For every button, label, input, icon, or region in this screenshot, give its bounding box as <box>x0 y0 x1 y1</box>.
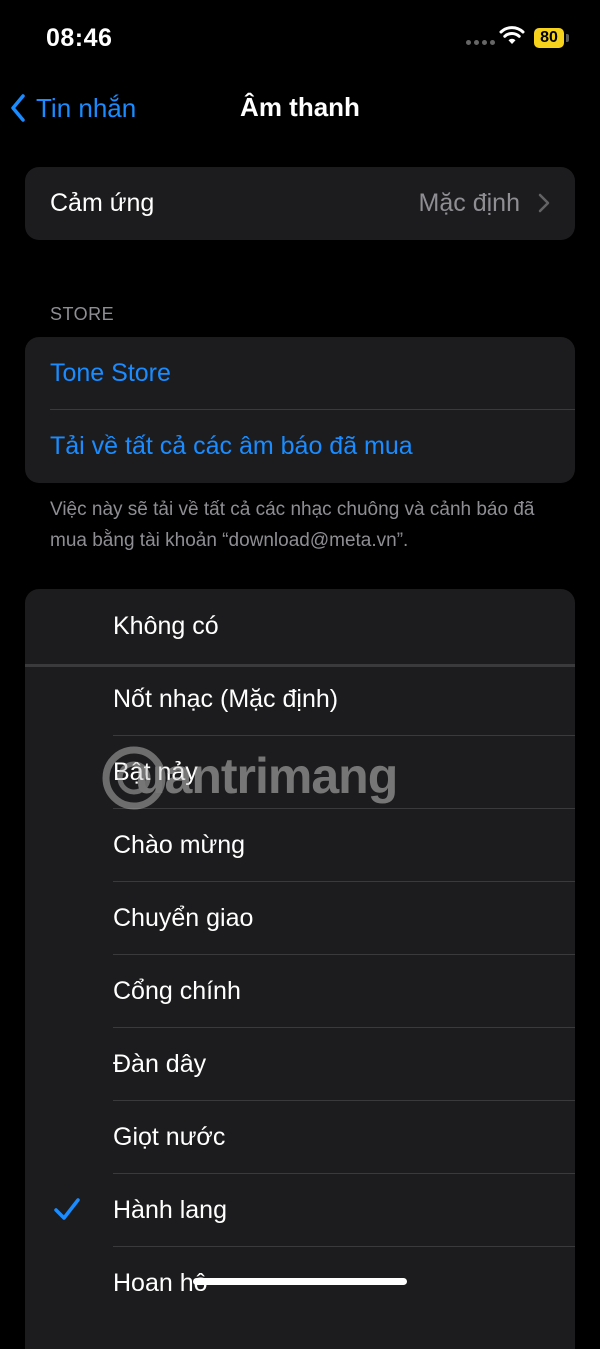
nav-bar: Tin nhắn Âm thanh <box>0 80 600 140</box>
tone-label: Không có <box>113 612 219 640</box>
store-group: Tone Store Tải về tất cả các âm báo đã m… <box>25 337 575 483</box>
haptics-label: Cảm ứng <box>50 189 155 217</box>
tone-label: Bật nảy <box>113 758 198 786</box>
tone-label: Đàn dây <box>113 1050 207 1078</box>
tone-label: Nốt nhạc (Mặc định) <box>113 685 339 713</box>
tone-store-link: Tone Store <box>50 359 171 387</box>
tone-row[interactable]: Giọt nước <box>25 1101 575 1174</box>
tone-label: Chuyển giao <box>113 904 254 932</box>
tone-row[interactable]: Nốt nhạc (Mặc định) <box>25 663 575 736</box>
tone-label: Chào mừng <box>113 831 246 859</box>
download-all-row[interactable]: Tải về tất cả các âm báo đã mua <box>25 410 575 483</box>
wifi-icon <box>499 26 525 44</box>
tone-row-selected[interactable]: Hành lang <box>25 1174 575 1247</box>
tone-row[interactable]: Chào mừng <box>25 809 575 882</box>
tone-row[interactable]: Đàn dây <box>25 1028 575 1101</box>
battery-icon: 80 <box>534 28 564 48</box>
store-footer-note: Việc này sẽ tải về tất cả các nhạc chuôn… <box>50 499 535 551</box>
tone-row[interactable]: Chuyển giao <box>25 882 575 955</box>
battery-cap <box>566 34 569 42</box>
page-title: Âm thanh <box>240 92 360 122</box>
home-indicator[interactable] <box>193 1278 407 1285</box>
chevron-right-icon <box>538 193 550 213</box>
haptics-value: Mặc định <box>418 189 520 217</box>
tone-label: Giọt nước <box>113 1123 226 1151</box>
tone-row[interactable]: Cổng chính <box>25 955 575 1028</box>
status-bar: 08:46 80 <box>0 0 600 80</box>
tones-group: Không có Nốt nhạc (Mặc định) Bật nảy Chà… <box>25 589 575 1349</box>
store-section-header: STORE <box>50 304 115 324</box>
status-time: 08:46 <box>46 24 113 52</box>
tone-label: Hành lang <box>113 1196 227 1224</box>
tone-row-none[interactable]: Không có <box>25 589 575 664</box>
cellular-signal-icon <box>466 40 495 45</box>
tone-label: Cổng chính <box>113 977 241 1005</box>
haptics-group: Cảm ứng Mặc định <box>25 167 575 240</box>
download-all-link: Tải về tất cả các âm báo đã mua <box>50 432 413 460</box>
haptics-row[interactable]: Cảm ứng Mặc định <box>25 167 575 240</box>
tone-store-row[interactable]: Tone Store <box>25 337 575 410</box>
tone-row[interactable]: Bật nảy <box>25 736 575 809</box>
checkmark-icon <box>54 1198 80 1220</box>
